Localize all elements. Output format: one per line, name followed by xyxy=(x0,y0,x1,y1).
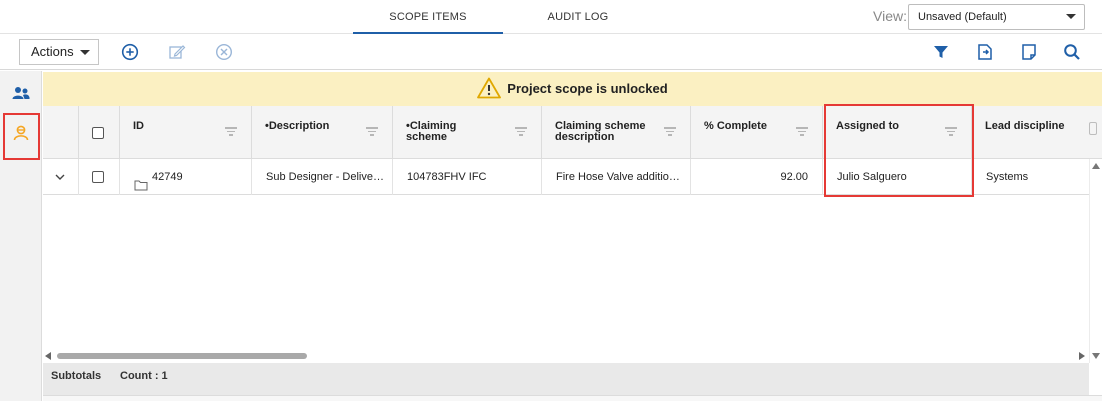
warning-icon xyxy=(477,77,502,99)
column-label-claiming-scheme-description: Claiming scheme description xyxy=(555,120,646,143)
bottom-strip xyxy=(43,395,1102,401)
cell-description: Sub Designer - Delive… xyxy=(252,159,393,195)
column-label-description: •Description xyxy=(265,120,330,132)
cell-percent-complete-value: 92.00 xyxy=(780,171,808,183)
select-all-checkbox[interactable] xyxy=(92,127,104,139)
cancel-circle-icon[interactable] xyxy=(215,43,233,61)
column-header-claiming-scheme-description[interactable]: Claiming scheme description xyxy=(542,106,691,159)
edit-icon[interactable] xyxy=(168,43,186,61)
row-expand-cell xyxy=(43,159,79,195)
scroll-right-icon[interactable] xyxy=(1079,352,1085,360)
view-select[interactable]: Unsaved (Default) xyxy=(908,4,1085,30)
column-filter-icon[interactable] xyxy=(515,127,527,136)
row-select-cell xyxy=(79,159,120,195)
horizontal-scrollbar[interactable] xyxy=(43,349,1089,363)
assigned-to-highlight-box xyxy=(824,104,974,197)
notes-icon[interactable] xyxy=(1020,43,1038,61)
column-label-claiming-scheme: •Claiming scheme xyxy=(406,120,457,143)
column-label-lead-discipline: Lead discipline xyxy=(985,120,1065,132)
column-label-id: ID xyxy=(133,120,144,132)
grid-footer: Subtotals Count : 1 xyxy=(43,363,1089,395)
header-expand-col xyxy=(43,106,79,159)
cell-claiming-scheme-description: Fire Hose Valve additio… xyxy=(542,159,691,195)
actions-button[interactable]: Actions xyxy=(19,39,99,65)
cell-lead-discipline: Systems xyxy=(972,159,1089,195)
export-icon[interactable] xyxy=(976,43,994,61)
scroll-left-icon[interactable] xyxy=(45,352,51,360)
filter-icon[interactable] xyxy=(932,43,950,61)
tab-audit-log[interactable]: AUDIT LOG xyxy=(503,0,653,34)
cell-lead-discipline-value: Systems xyxy=(986,171,1029,183)
column-header-id[interactable]: ID xyxy=(120,106,252,159)
toolbar: Actions xyxy=(0,34,1102,70)
column-resize-handle[interactable] xyxy=(1089,122,1097,135)
chevron-down-icon xyxy=(80,50,90,55)
banner-text: Project scope is unlocked xyxy=(507,81,668,96)
scope-status-banner: Project scope is unlocked xyxy=(43,72,1102,106)
subtotals-label: Subtotals xyxy=(51,370,102,382)
team-icon[interactable] xyxy=(11,84,31,104)
count-label: Count : 1 xyxy=(120,370,168,382)
view-select-value: Unsaved (Default) xyxy=(918,11,1007,23)
add-circle-icon[interactable] xyxy=(121,43,139,61)
search-icon[interactable] xyxy=(1063,43,1081,61)
column-header-description[interactable]: •Description xyxy=(252,106,393,159)
top-tab-bar: SCOPE ITEMS AUDIT LOG View: Unsaved (Def… xyxy=(0,0,1102,34)
cell-percent-complete: 92.00 xyxy=(691,159,823,195)
actions-button-label: Actions xyxy=(31,44,74,59)
cell-id-value: 42749 xyxy=(152,171,183,183)
scroll-down-icon[interactable] xyxy=(1092,353,1100,359)
row-checkbox[interactable] xyxy=(92,171,104,183)
column-filter-icon[interactable] xyxy=(225,127,237,136)
vertical-scrollbar[interactable] xyxy=(1089,159,1102,363)
cell-id: 42749 xyxy=(120,159,252,195)
cell-claiming-scheme-description-value: Fire Hose Valve additio… xyxy=(556,171,680,183)
scroll-up-icon[interactable] xyxy=(1092,163,1100,169)
column-filter-icon[interactable] xyxy=(366,127,378,136)
folder-icon xyxy=(134,170,148,191)
cell-claiming-scheme-value: 104783FHV IFC xyxy=(407,171,487,183)
column-header-percent-complete[interactable]: % Complete xyxy=(691,106,823,159)
cell-claiming-scheme: 104783FHV IFC xyxy=(393,159,542,195)
chevron-down-icon[interactable] xyxy=(55,172,65,182)
column-label-percent-complete: % Complete xyxy=(704,120,767,132)
view-label: View: xyxy=(873,8,907,24)
horizontal-scroll-thumb[interactable] xyxy=(57,353,307,359)
column-filter-icon[interactable] xyxy=(664,127,676,136)
column-header-lead-discipline[interactable]: Lead discipline xyxy=(972,106,1089,159)
chevron-down-icon xyxy=(1066,14,1076,19)
column-header-claiming-scheme[interactable]: •Claiming scheme xyxy=(393,106,542,159)
rail-highlight-box xyxy=(3,113,40,160)
column-filter-icon[interactable] xyxy=(796,127,808,136)
cell-description-value: Sub Designer - Delive… xyxy=(266,171,384,183)
tab-scope-items[interactable]: SCOPE ITEMS xyxy=(353,0,503,34)
header-select-col xyxy=(79,106,120,159)
